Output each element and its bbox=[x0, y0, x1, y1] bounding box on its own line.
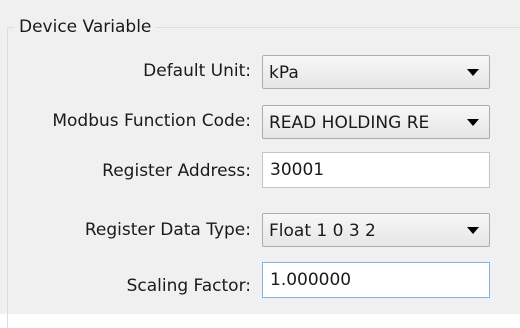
scaling-factor-label: Scaling Factor: bbox=[126, 276, 251, 296]
default-unit-value: kPa bbox=[269, 63, 299, 83]
register-address-label: Register Address: bbox=[102, 161, 251, 181]
register-data-type-dropdown[interactable]: Float 1 0 3 2 bbox=[262, 213, 490, 247]
register-data-type-value: Float 1 0 3 2 bbox=[269, 221, 376, 241]
modbus-function-code-dropdown[interactable]: READ HOLDING RE bbox=[262, 105, 490, 139]
default-unit-label: Default Unit: bbox=[143, 61, 251, 81]
register-data-type-label: Register Data Type: bbox=[84, 220, 251, 240]
chevron-down-icon bbox=[467, 227, 479, 234]
chevron-down-icon bbox=[467, 119, 479, 126]
modbus-function-code-value: READ HOLDING RE bbox=[269, 113, 430, 133]
device-variable-panel: Device Variable Default Unit: kPa Modbus… bbox=[0, 0, 520, 328]
chevron-down-icon bbox=[467, 69, 479, 76]
modbus-function-code-label: Modbus Function Code: bbox=[52, 111, 251, 131]
register-address-input[interactable] bbox=[262, 152, 490, 188]
default-unit-dropdown[interactable]: kPa bbox=[262, 55, 490, 89]
group-title: Device Variable bbox=[14, 16, 157, 38]
scaling-factor-input[interactable] bbox=[262, 262, 490, 298]
